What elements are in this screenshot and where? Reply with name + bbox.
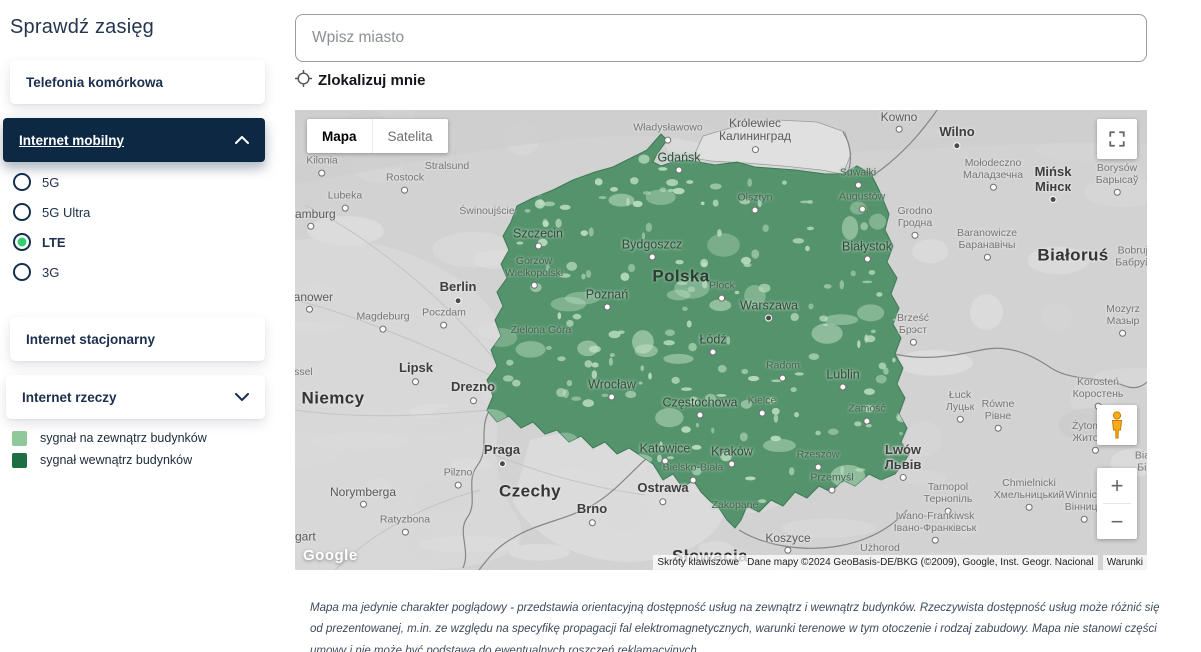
radio-circle[interactable] — [13, 233, 31, 251]
zoom-in-button[interactable]: + — [1097, 468, 1137, 503]
map-type-map-button[interactable]: Mapa — [307, 119, 372, 153]
sidebar-item-internet-mobilny[interactable]: Internet mobilny — [3, 118, 265, 162]
radio-label: LTE — [42, 235, 66, 250]
legend-item: sygnał na zewnątrz budynków — [12, 430, 207, 446]
locate-icon — [295, 70, 312, 91]
search-input[interactable] — [295, 14, 1147, 62]
locate-me-label: Zlokalizuj mnie — [318, 72, 426, 89]
radio-label: 5G Ultra — [42, 205, 90, 220]
map-type-control: Mapa Satelita — [307, 119, 448, 153]
zoom-control: + − — [1097, 468, 1137, 539]
map-attribution: Skróty klawiszowe Dane mapy ©2024 GeoBas… — [653, 555, 1147, 570]
map-disclaimer: Mapa ma jedynie charakter poglądowy - pr… — [310, 598, 1168, 652]
radio-label: 5G — [42, 175, 59, 190]
sidebar-item-label: Internet rzeczy — [22, 390, 117, 405]
map-data-credit: Dane mapy ©2024 GeoBasis-DE/BKG (©2009),… — [743, 555, 1098, 570]
radio-circle[interactable] — [13, 263, 31, 281]
legend-label: sygnał na zewnątrz budynków — [40, 431, 207, 445]
radio-circle[interactable] — [13, 203, 31, 221]
coverage-checker-page: Sprawdź zasięg Telefonia komórkowa Inter… — [0, 0, 1201, 652]
sidebar: Sprawdź zasięg Telefonia komórkowa Inter… — [0, 0, 275, 652]
map-base — [295, 110, 1147, 570]
sidebar-item-label: Telefonia komórkowa — [26, 75, 163, 90]
radio-option-3g[interactable]: 3G — [13, 260, 59, 284]
google-logo[interactable]: Google — [303, 547, 358, 564]
map-type-satellite-button[interactable]: Satelita — [372, 119, 448, 153]
chevron-down-icon — [235, 388, 249, 406]
fullscreen-button[interactable] — [1097, 119, 1137, 159]
legend-item: sygnał wewnątrz budynków — [12, 452, 192, 468]
radio-circle[interactable] — [13, 173, 31, 191]
radio-label: 3G — [42, 265, 59, 280]
page-title: Sprawdź zasięg — [10, 16, 154, 39]
zoom-out-button[interactable]: − — [1097, 504, 1137, 539]
radio-option-5g-ultra[interactable]: 5G Ultra — [13, 200, 90, 224]
sidebar-item-label: Internet mobilny — [19, 133, 124, 148]
chevron-up-icon — [235, 131, 249, 149]
sidebar-item-internet-rzeczy[interactable]: Internet rzeczy — [6, 375, 265, 419]
sidebar-item-telefonia-komorkowa[interactable]: Telefonia komórkowa — [10, 60, 265, 104]
radio-option-lte[interactable]: LTE — [13, 230, 66, 254]
terms-link[interactable]: Warunki — [1103, 555, 1147, 570]
sidebar-item-label: Internet stacjonarny — [26, 332, 155, 347]
locate-me-button[interactable]: Zlokalizuj mnie — [295, 70, 426, 91]
pegman-control[interactable] — [1097, 405, 1137, 445]
legend-swatch — [12, 453, 27, 468]
legend-label: sygnał wewnątrz budynków — [40, 453, 192, 467]
keyboard-shortcuts-link[interactable]: Skróty klawiszowe — [653, 555, 743, 570]
map-canvas[interactable]: KiloniaStralsundRostockLubekaHamburgHano… — [295, 110, 1147, 570]
fullscreen-icon — [1108, 130, 1126, 148]
legend-swatch — [12, 431, 27, 446]
radio-option-5g[interactable]: 5G — [13, 170, 59, 194]
pegman-icon — [1109, 411, 1125, 439]
sidebar-item-internet-stacjonarny[interactable]: Internet stacjonarny — [10, 317, 265, 361]
